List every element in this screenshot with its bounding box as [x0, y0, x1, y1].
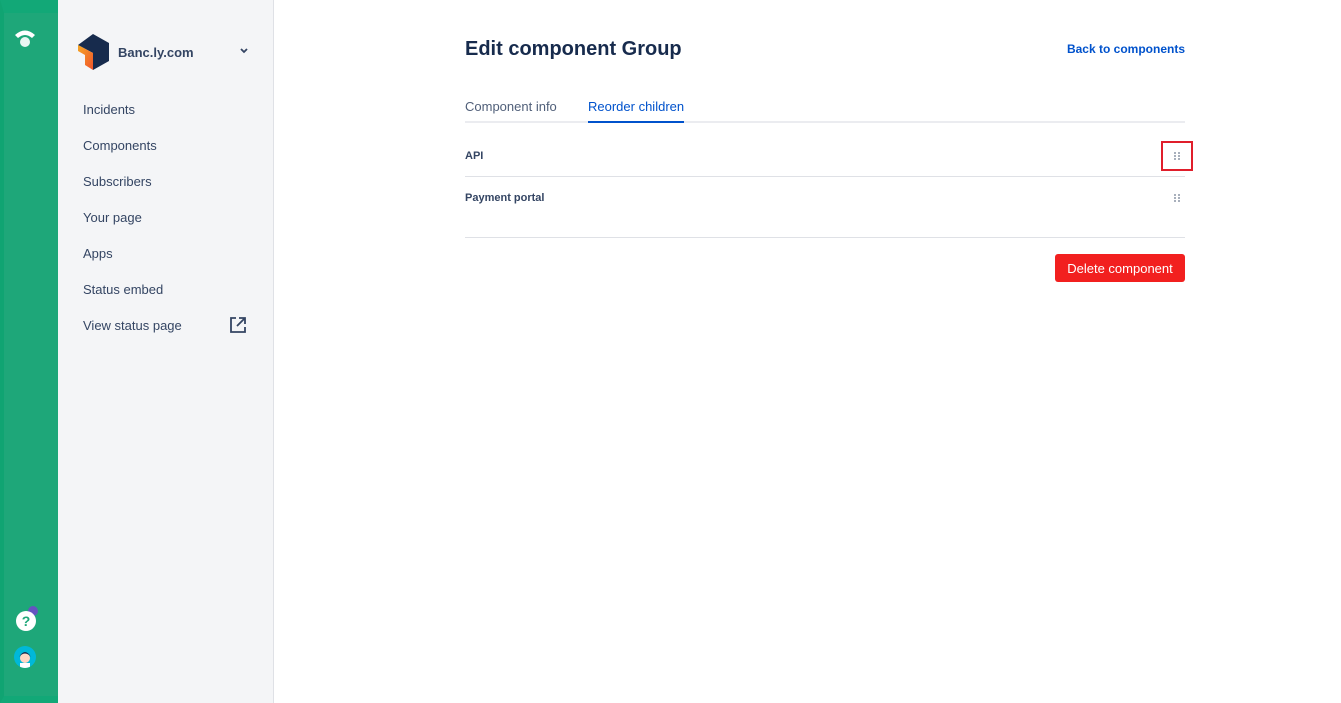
- org-name: Banc.ly.com: [118, 44, 194, 60]
- list-item: API: [465, 138, 1185, 177]
- sidebar-item-incidents[interactable]: Incidents: [83, 100, 248, 136]
- org-logo-icon: [78, 34, 109, 70]
- sidebar-item-view-status-page[interactable]: View status page: [83, 316, 248, 352]
- chevron-down-icon[interactable]: [239, 46, 249, 56]
- tab-reorder-children[interactable]: Reorder children: [588, 99, 685, 123]
- user-avatar[interactable]: [14, 646, 36, 668]
- sidebar-item-your-page[interactable]: Your page: [83, 208, 248, 244]
- sidebar-item-apps[interactable]: Apps: [83, 244, 248, 280]
- sidebar-item-components[interactable]: Components: [83, 136, 248, 172]
- child-name: Payment portal: [465, 192, 545, 204]
- app-rail: [0, 0, 58, 703]
- sidebar: Banc.ly.com Incidents Components Subscri…: [58, 0, 274, 703]
- sidebar-item-status-embed[interactable]: Status embed: [83, 280, 248, 316]
- statuspage-logo-icon[interactable]: [13, 26, 37, 50]
- delete-component-button[interactable]: Delete component: [1055, 254, 1185, 282]
- sidebar-nav: Incidents Components Subscribers Your pa…: [83, 100, 248, 352]
- help-icon[interactable]: ?: [16, 611, 36, 631]
- list-item: Payment portal: [465, 177, 1185, 238]
- highlight-box: [1161, 141, 1193, 171]
- back-to-components-link[interactable]: Back to components: [1067, 42, 1185, 56]
- child-name: API: [465, 150, 484, 162]
- drag-handle-icon[interactable]: [1174, 194, 1180, 202]
- sidebar-item-subscribers[interactable]: Subscribers: [83, 172, 248, 208]
- org-switcher[interactable]: Banc.ly.com: [75, 33, 194, 71]
- page-title: Edit component Group: [465, 38, 682, 60]
- sidebar-item-label: View status page: [83, 318, 182, 333]
- external-link-icon: [230, 317, 246, 333]
- tab-component-info[interactable]: Component info: [465, 99, 557, 123]
- tab-bar: Component info Reorder children: [465, 99, 1185, 123]
